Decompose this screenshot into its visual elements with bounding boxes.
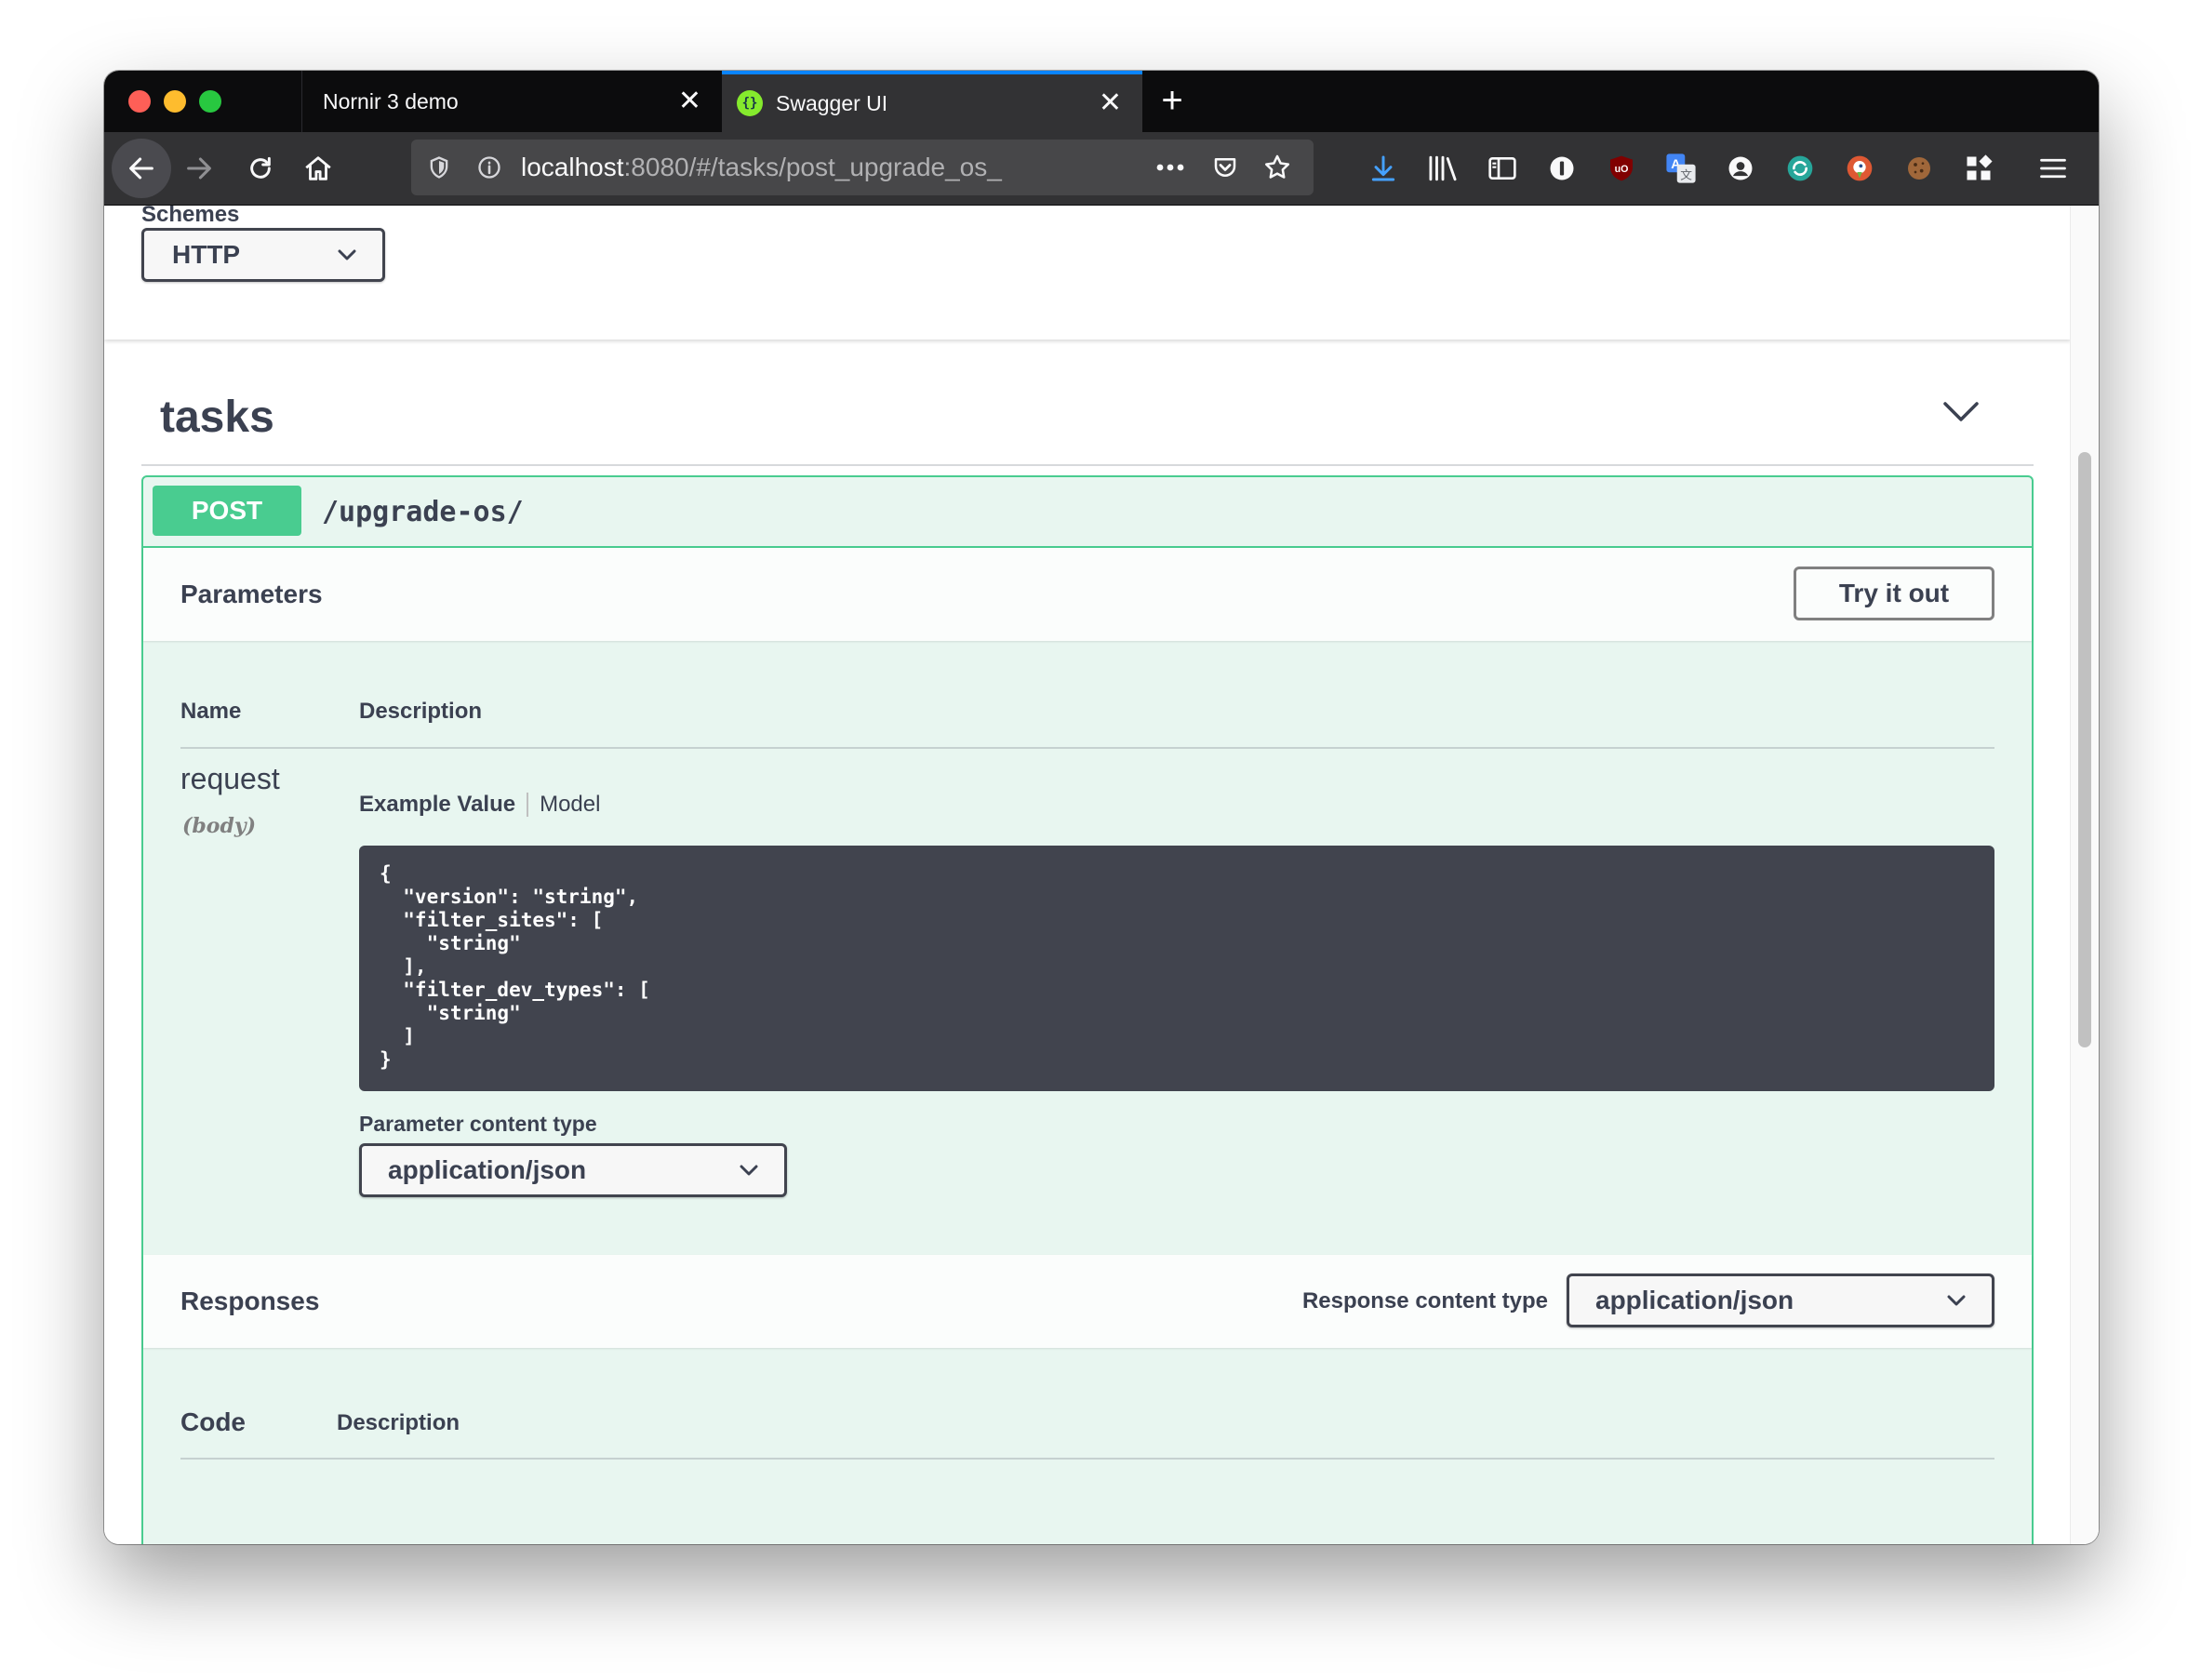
tab-model[interactable]: Model [540, 792, 600, 818]
page-actions-icon[interactable] [1155, 163, 1185, 172]
response-content-type-label: Response content type [1301, 1288, 1548, 1313]
new-tab-button[interactable]: + [1150, 78, 1194, 123]
method-badge: POST [153, 486, 301, 536]
reload-icon [250, 156, 271, 179]
sidebar-icon[interactable] [1485, 151, 1520, 186]
tab-nornir-demo[interactable]: Nornir 3 demo ✕ [301, 71, 722, 132]
example-tabs: Example Value Model [359, 792, 600, 818]
scheme-select[interactable]: HTTP [141, 228, 385, 282]
tab-title: Swagger UI [776, 90, 888, 115]
arrow-left-icon [129, 157, 153, 180]
library-icon[interactable] [1425, 151, 1461, 186]
page-viewport: Schemes HTTP tasks POST /upgrade-os/ Par… [104, 206, 2099, 1544]
chevron-down-icon [1947, 1295, 1966, 1306]
account-icon[interactable] [1723, 151, 1758, 186]
response-content-type-value: application/json [1595, 1286, 1794, 1314]
browser-window: Nornir 3 demo ✕ {} Swagger UI ✕ + localh… [104, 71, 2099, 1544]
home-button[interactable] [288, 139, 348, 198]
collapse-chevron-icon[interactable] [1942, 401, 1980, 423]
close-tab-icon[interactable]: ✕ [1099, 89, 1122, 117]
example-value-code[interactable]: { "version": "string", "filter_sites": [… [359, 846, 1994, 1091]
column-header-name: Name [180, 699, 242, 724]
parameter-content-type-label: Parameter content type [359, 1112, 597, 1136]
scrollbar-track[interactable] [2070, 206, 2099, 1544]
url-text[interactable]: localhost:8080/#/tasks/post_upgrade_os_ [521, 153, 1002, 182]
tab-swagger-ui[interactable]: {} Swagger UI ✕ [722, 71, 1142, 132]
responses-header: Responses Response content type applicat… [143, 1255, 2032, 1348]
cookie-icon[interactable] [1901, 151, 1937, 186]
info-icon[interactable] [476, 154, 502, 180]
parameter-content-type-select[interactable]: application/json [359, 1143, 787, 1197]
ublock-icon[interactable]: uO [1604, 151, 1639, 186]
tab-strip: Nornir 3 demo ✕ {} Swagger UI ✕ + [104, 71, 2099, 132]
back-button[interactable] [112, 139, 171, 198]
parameters-title: Parameters [180, 580, 323, 608]
extensions-grid-icon[interactable] [1961, 151, 1996, 186]
downloads-icon[interactable] [1366, 151, 1401, 186]
navigation-toolbar: localhost:8080/#/tasks/post_upgrade_os_ [104, 132, 2099, 206]
table-divider [180, 747, 1994, 749]
hamburger-menu-icon[interactable] [2035, 151, 2071, 186]
url-path: :8080/#/tasks/post_upgrade_os_ [623, 153, 1002, 181]
url-host: localhost [521, 153, 624, 181]
home-icon [305, 156, 331, 180]
close-window-button[interactable] [128, 90, 151, 113]
tab-title: Nornir 3 demo [323, 88, 459, 113]
arrow-right-icon [187, 157, 211, 180]
address-bar[interactable]: localhost:8080/#/tasks/post_upgrade_os_ [411, 140, 1314, 195]
responses-title: Responses [180, 1287, 320, 1315]
svg-text:uO: uO [1615, 164, 1629, 175]
operation-block: POST /upgrade-os/ Parameters Try it out … [141, 475, 2034, 1544]
translate-icon[interactable]: A文 [1663, 151, 1699, 186]
swagger-favicon-icon: {} [737, 90, 763, 116]
operation-summary[interactable]: POST /upgrade-os/ [143, 477, 2032, 548]
parameter-name: request [180, 762, 280, 795]
parameters-header: Parameters Try it out [143, 548, 2032, 641]
response-content-type-select[interactable]: application/json [1567, 1273, 1994, 1327]
forward-button[interactable] [169, 139, 229, 198]
duckduckgo-icon[interactable] [1842, 151, 1877, 186]
scheme-selected-value: HTTP [172, 240, 241, 269]
sync-extension-icon[interactable] [1782, 151, 1818, 186]
column-header-response-description: Description [337, 1410, 460, 1435]
tag-title[interactable]: tasks [160, 392, 274, 443]
bookmark-star-icon[interactable] [1262, 153, 1292, 182]
tab-separator [527, 793, 529, 817]
scrollbar-thumb[interactable] [2078, 452, 2091, 1047]
schemes-container: Schemes HTTP [104, 206, 2071, 340]
zoom-window-button[interactable] [199, 90, 221, 113]
pocket-icon[interactable] [1211, 153, 1239, 181]
password-manager-icon[interactable] [1544, 151, 1580, 186]
parameter-location: (body) [182, 814, 257, 838]
minimize-window-button[interactable] [164, 90, 186, 113]
schemes-label: Schemes [141, 206, 240, 227]
responses-table-divider [180, 1458, 1994, 1460]
chevron-down-icon [740, 1165, 758, 1176]
parameter-content-type-value: application/json [388, 1155, 587, 1184]
tag-divider [141, 464, 2034, 466]
tab-example-value[interactable]: Example Value [359, 792, 515, 818]
operation-path: /upgrade-os/ [322, 496, 524, 528]
shield-icon[interactable] [426, 154, 452, 180]
svg-text:文: 文 [1680, 168, 1692, 182]
column-header-code: Code [180, 1407, 246, 1436]
close-tab-icon[interactable]: ✕ [678, 87, 701, 115]
try-it-out-button[interactable]: Try it out [1794, 567, 1994, 620]
chevron-down-icon [338, 249, 356, 260]
column-header-description: Description [359, 699, 483, 724]
reload-button[interactable] [231, 139, 290, 198]
